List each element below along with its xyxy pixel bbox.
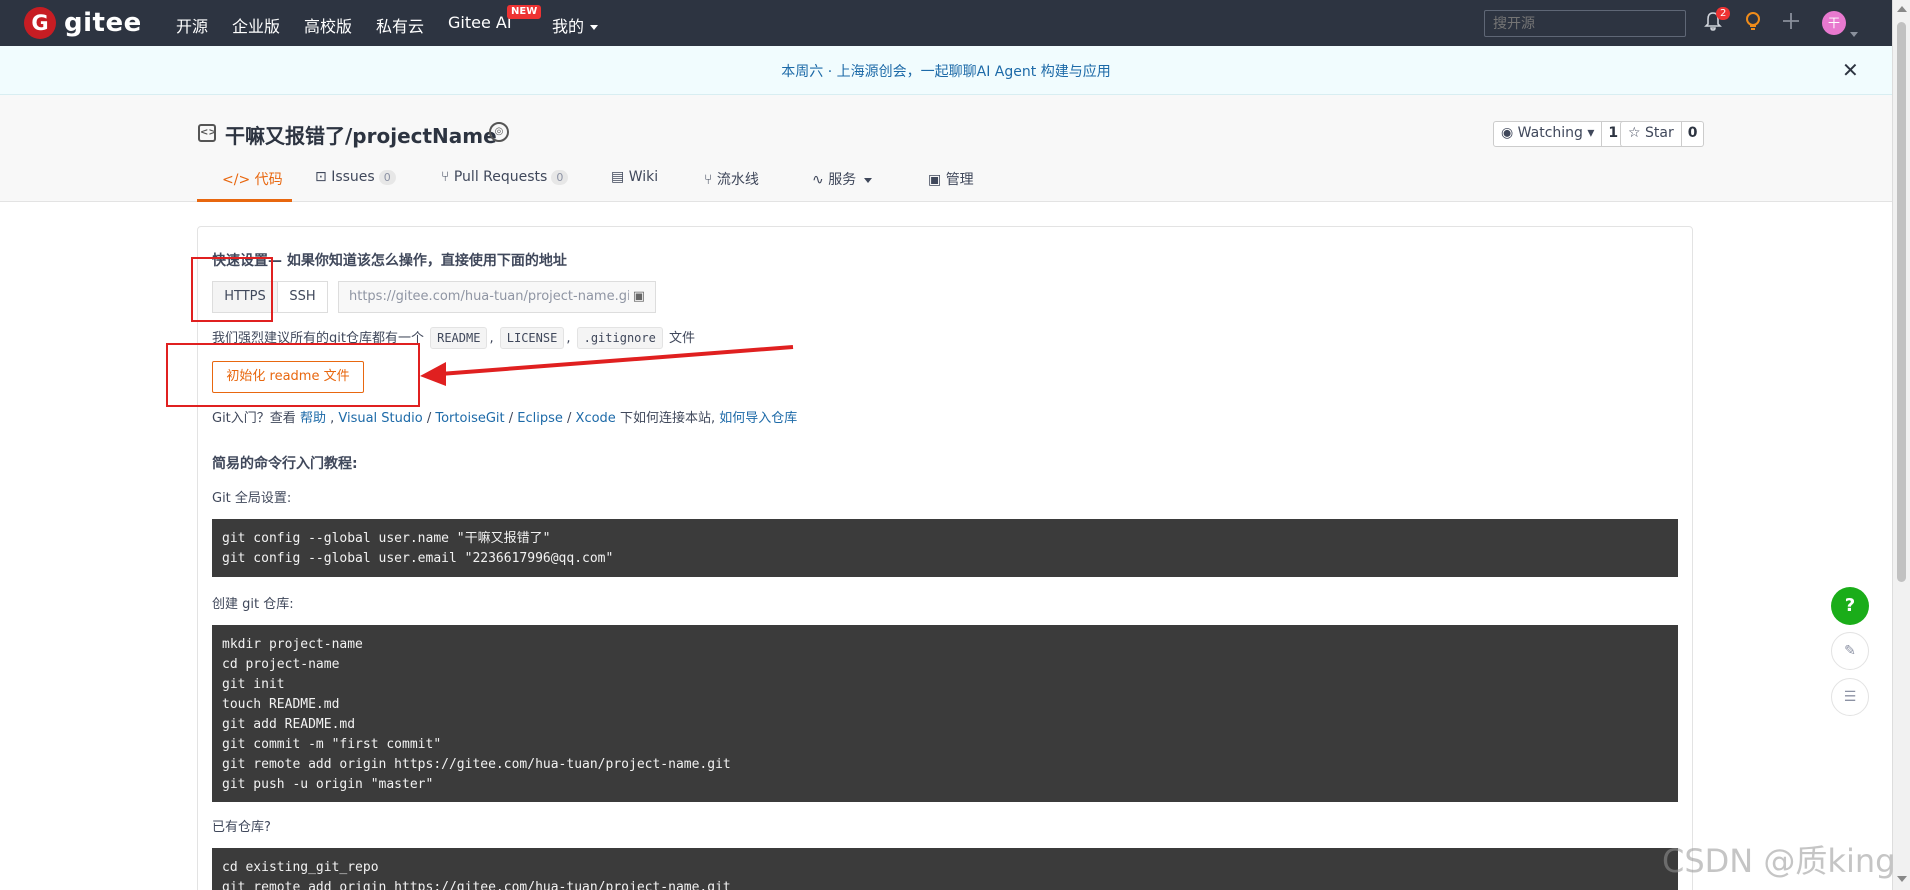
help-button[interactable]: ? bbox=[1831, 587, 1869, 625]
watermark: CSDN @质king bbox=[1662, 842, 1896, 880]
scroll-up-icon[interactable] bbox=[1897, 6, 1907, 12]
vertical-scrollbar[interactable] bbox=[1892, 0, 1910, 890]
scroll-down-icon[interactable] bbox=[1897, 876, 1907, 882]
edit-icon[interactable]: ✎ bbox=[1831, 632, 1869, 670]
annotation-arrow-line bbox=[439, 345, 794, 376]
annotation-arrow-head bbox=[420, 362, 446, 386]
chat-icon[interactable]: ☰ bbox=[1831, 678, 1869, 716]
scrollbar-thumb[interactable] bbox=[1897, 22, 1906, 582]
annotation-arrow bbox=[420, 345, 794, 386]
page: G gitee 开源 企业版 高校版 私有云 Gitee AI NEW 我的 2… bbox=[0, 0, 1910, 890]
